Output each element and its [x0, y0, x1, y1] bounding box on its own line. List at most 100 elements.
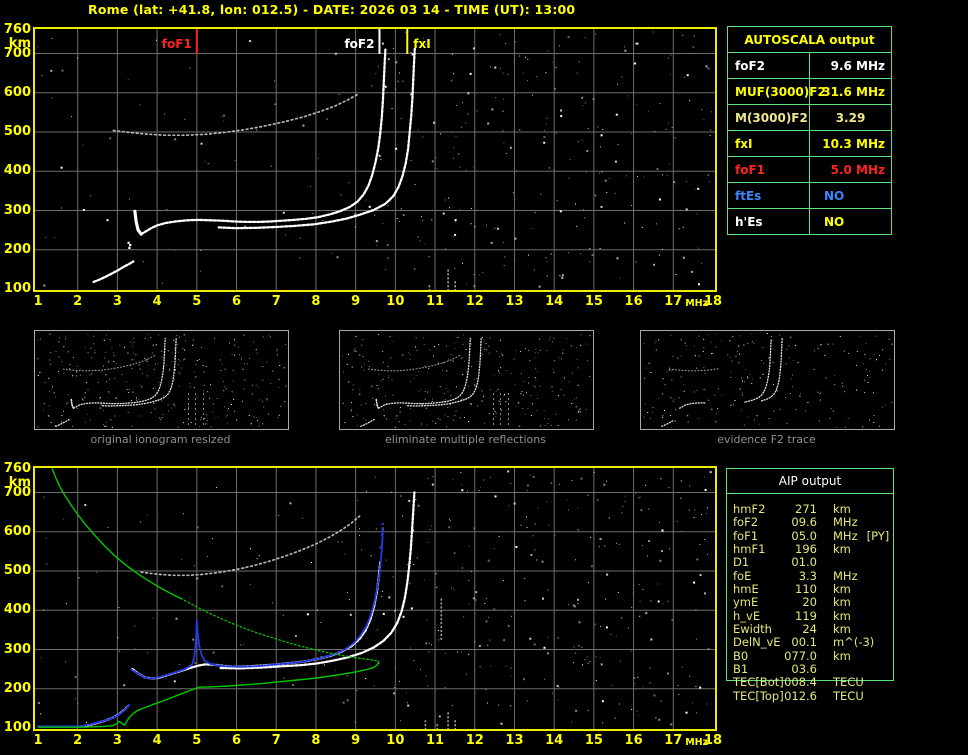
trace-F-leading-edge-mini [70, 398, 75, 409]
aip-param-name: hmF1 [733, 542, 766, 557]
trace-echo-cluster [128, 246, 131, 249]
aip-param-value: 01.0 [791, 555, 817, 570]
thumbnail-canvas-0 [37, 333, 287, 428]
aip-param-unit: km [833, 595, 851, 610]
aip-param-unit: km [833, 648, 851, 663]
aip-param-name: h_vE [733, 608, 761, 623]
y-tick-label: 200 [3, 680, 31, 696]
aip-row: hmF2 271 km [733, 502, 893, 516]
x-tick-label: 6 [231, 733, 242, 748]
trace-F-trace-X-mode [219, 491, 416, 670]
trace-restored-trace-dots [379, 546, 382, 549]
x-tick-label: 12 [465, 733, 484, 748]
autoscala-param-label: M(3000)F2 [727, 104, 810, 131]
x-tick-label: 7 [271, 733, 281, 748]
aip-param-name: Ewidth [733, 622, 772, 637]
y-tick-label: 760 [3, 461, 31, 476]
trace-echo-cluster [127, 241, 130, 244]
x-tick-label: 9 [351, 733, 361, 748]
autoscala-screen: Rome (lat: +41.8, lon: 012.5) - DATE: 20… [0, 0, 968, 755]
top-ionogram-canvas: foF1 foF2 fxI [33, 27, 717, 292]
aip-param-unit: km [833, 542, 851, 557]
bottom-ionogram-plot [33, 466, 717, 731]
aip-row: hmF1 196 km [733, 542, 893, 557]
aip-param-unit: TECU [833, 688, 864, 703]
trace-multiple-reflection [140, 515, 361, 577]
x-tick-label: 10 [386, 733, 405, 748]
trace-E-region-trace-mini [360, 417, 377, 427]
aip-param-value: 00.1 [791, 635, 817, 650]
aip-param-name: DelN_vE [733, 635, 781, 650]
x-tick-label: 9 [351, 294, 361, 309]
trace-restored-E-trace [37, 703, 131, 728]
trace-F-leading-edge [133, 209, 143, 236]
y-tick-label: 100 [3, 720, 31, 735]
trace-echo-cluster [129, 244, 132, 247]
x-tick-label: 3 [112, 733, 122, 748]
aip-row: foF2 09.6 MHz [733, 515, 893, 530]
y-tick-label: 500 [3, 124, 31, 140]
x-axis-unit: MHz [685, 737, 709, 748]
autoscala-param-value: 10.3 MHz [809, 130, 892, 157]
aip-row: D1 01.0 [733, 555, 893, 570]
autoscala-param-label: fxI [727, 130, 810, 157]
x-tick-label: 15 [584, 733, 603, 748]
aip-param-name: foF2 [733, 515, 759, 530]
autoscala-param-label: MUF(3000)F2 [727, 78, 826, 105]
y-tick-label: 500 [3, 563, 31, 579]
aip-param-note: [PY] [866, 528, 890, 543]
trace-restored-F-trace [130, 526, 384, 680]
trace-F-trace-O-mode-mini [679, 402, 707, 409]
autoscala-param-value: 31.6 MHz [809, 78, 892, 105]
x-tick-label: 5 [192, 294, 202, 309]
y-tick-label: 600 [3, 84, 31, 100]
autoscala-header-row: AUTOSCALA output [727, 26, 892, 53]
aip-param-value: 196 [795, 542, 817, 557]
y-tick-label: 200 [3, 241, 31, 257]
aip-param-name: TEC[Top] [733, 688, 784, 703]
x-tick-label: 2 [73, 733, 83, 748]
autoscala-row: foF2 9.6 MHz [727, 52, 892, 79]
x-tick-label: 13 [505, 733, 524, 748]
aip-row: Ewidth 24 km [733, 622, 893, 637]
x-tick-label: 12 [465, 294, 484, 309]
aip-param-name: foF1 [733, 528, 759, 543]
aip-row: hmE 110 km [733, 582, 893, 596]
autoscala-param-label: foF1 [727, 156, 810, 183]
trace-multiple-reflection-mini [668, 368, 719, 372]
x-tick-label: 4 [152, 733, 162, 748]
x-tick-label: 17 [664, 294, 683, 309]
autoscala-param-value: 5.0 MHz [809, 156, 892, 183]
y-tick-label: 300 [3, 202, 31, 218]
x-axis-unit: MHz [685, 298, 709, 309]
aip-param-unit: km [833, 622, 851, 637]
aip-param-value: 20 [802, 595, 817, 610]
autoscala-row: foF1 5.0 MHz [727, 156, 892, 183]
x-tick-label: 4 [152, 294, 162, 309]
y-tick-label: 600 [3, 523, 31, 539]
x-tick-label: 11 [426, 294, 445, 309]
autoscala-param-label: ftEs [727, 182, 810, 209]
aip-row: DelN_vE 00.1 m^(-3) [733, 635, 893, 650]
trace-F-trace-X-mode [217, 47, 416, 230]
autoscala-param-label: foF2 [727, 52, 810, 79]
x-tick-label: 10 [386, 294, 405, 309]
aip-row: TEC[Top] 012.6 TECU [733, 688, 893, 703]
autoscala-row: ftEs NO [727, 182, 892, 209]
aip-header: AIP output [727, 469, 893, 494]
x-tick-label: 14 [545, 294, 564, 309]
aip-param-name: hmF2 [733, 502, 766, 516]
y-axis-unit: km [8, 475, 31, 490]
aip-param-value: 077.0 [784, 648, 817, 663]
thumbnail-canvas-1 [342, 334, 591, 428]
x-tick-label: 5 [192, 733, 202, 748]
trace-E-region-trace-mini [55, 417, 72, 427]
y-tick-label: 400 [3, 602, 31, 618]
aip-param-name: TEC[Bot] [733, 675, 784, 690]
aip-row: B1 03.6 [733, 662, 893, 676]
aip-param-value: 119 [795, 608, 817, 623]
trace-profile-bottomside [38, 660, 380, 728]
top-ionogram-plot: foF1 foF2 fxI [33, 27, 717, 292]
aip-param-value: 008.4 [784, 675, 817, 690]
trace-multiple-reflection-mini [62, 354, 156, 372]
